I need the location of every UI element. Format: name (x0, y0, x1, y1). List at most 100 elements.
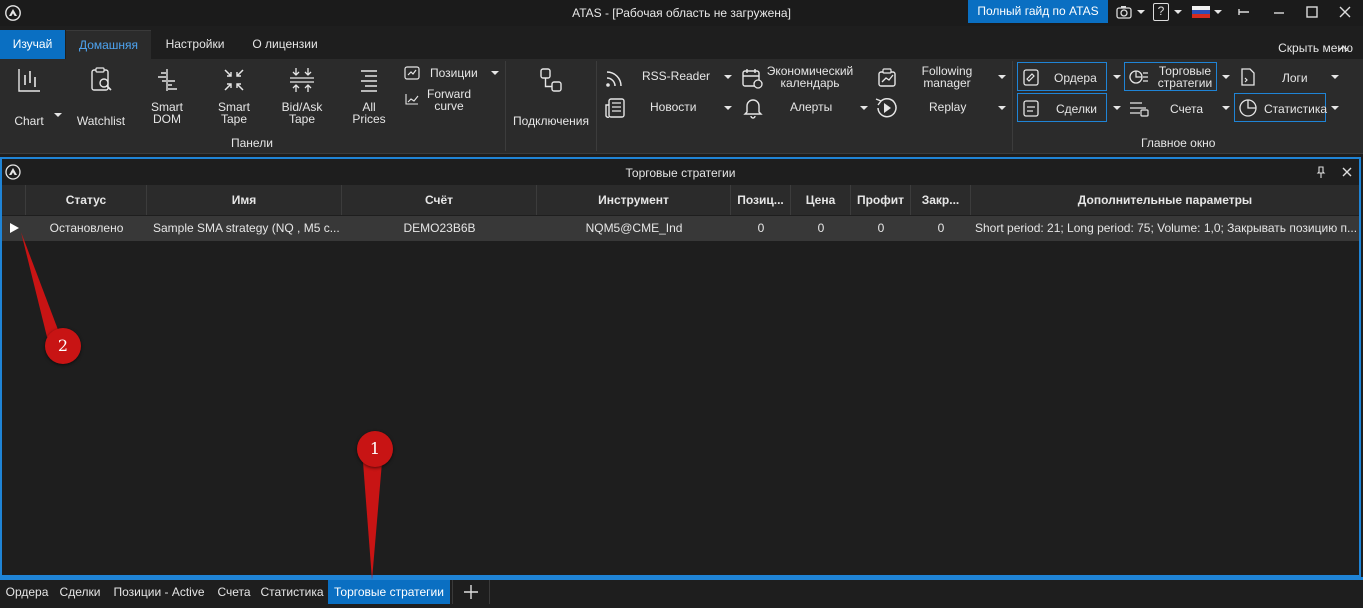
play-icon[interactable] (8, 222, 20, 234)
cell-closed: 0 (937, 221, 945, 235)
forward-curve-button[interactable]: Forward curve (427, 88, 471, 112)
orders-dropdown-icon[interactable] (1113, 75, 1121, 79)
watchlist-icon (91, 67, 112, 91)
statistics-button[interactable]: Статистика (1234, 93, 1327, 122)
full-guide-button[interactable]: Полный гайд по ATAS (968, 0, 1108, 23)
strategies-dropdown-icon[interactable] (1222, 75, 1230, 79)
all-prices-button[interactable]: All Prices (348, 65, 390, 125)
column-header-account[interactable]: Счёт (342, 185, 537, 215)
panel-title-bar: Торговые стратегии (2, 159, 1359, 185)
ribbon-separator (1012, 61, 1013, 151)
column-header-position[interactable]: Позиц... (731, 185, 791, 215)
table-row[interactable]: Остановлено Sample SMA strategy (NQ , M5… (2, 216, 1359, 241)
positions-button[interactable]: Позиции (430, 67, 478, 79)
tab-learn[interactable]: Изучай (0, 30, 65, 59)
replay-dropdown-icon[interactable] (998, 106, 1006, 110)
close-window-icon[interactable] (1337, 4, 1353, 20)
economic-calendar-label-2: календарь (780, 76, 840, 90)
tab-home[interactable]: Домашняя (66, 30, 151, 59)
rss-reader-button[interactable]: RSS-Reader (642, 70, 710, 82)
following-manager-button[interactable]: Following manager (910, 65, 984, 89)
camera-dropdown-icon[interactable] (1137, 10, 1145, 14)
language-dropdown-icon[interactable] (1214, 10, 1222, 14)
help-dropdown-icon[interactable] (1174, 10, 1182, 14)
smart-dom-icon (158, 69, 177, 91)
bell-icon (743, 99, 763, 119)
accounts-dropdown-icon[interactable] (1222, 106, 1230, 110)
column-header-closed[interactable]: Закр... (911, 185, 971, 215)
tab-settings[interactable]: Настройки (155, 30, 235, 59)
deals-dropdown-icon[interactable] (1113, 106, 1121, 110)
camera-icon[interactable] (1115, 3, 1133, 21)
deals-button[interactable]: Сделки (1017, 93, 1107, 122)
title-bar: ATAS - [Рабочая область не загружена] По… (0, 0, 1363, 26)
main-window-group-label: Главное окно (1141, 136, 1216, 150)
column-header-instrument[interactable]: Инструмент (537, 185, 731, 215)
replay-button[interactable]: Replay (929, 101, 966, 113)
cell-instrument: NQM5@CME_Ind (585, 221, 683, 235)
deals-icon (1023, 100, 1039, 117)
news-dropdown-icon[interactable] (724, 106, 732, 110)
maximize-icon[interactable] (1304, 4, 1320, 20)
orders-icon (1023, 69, 1039, 86)
cell-position: 0 (757, 221, 765, 235)
following-manager-dropdown-icon[interactable] (998, 75, 1006, 79)
bottom-tab-orders[interactable]: Ордера (0, 580, 54, 604)
smart-dom-label-2: DOM (153, 112, 181, 126)
logs-label: Логи (1282, 71, 1308, 85)
accounts-button[interactable]: Счета (1124, 93, 1217, 122)
add-tab-button[interactable] (452, 580, 490, 604)
column-header-action[interactable] (2, 185, 26, 215)
column-header-price[interactable]: Цена (791, 185, 851, 215)
minimize-icon[interactable] (1271, 4, 1287, 20)
bottom-tab-statistics[interactable]: Статистика (256, 580, 328, 604)
bottom-tab-accounts[interactable]: Счета (212, 580, 256, 604)
bid-ask-tape-button[interactable]: Bid/Ask Tape (275, 65, 329, 125)
economic-calendar-button[interactable]: Экономический календарь (765, 65, 855, 89)
column-header-status[interactable]: Статус (26, 185, 147, 215)
language-flag-icon[interactable] (1192, 6, 1210, 18)
bottom-tab-deals[interactable]: Сделки (54, 580, 106, 604)
forward-curve-icon (405, 94, 419, 105)
replay-icon (875, 97, 897, 118)
trading-strategies-button[interactable]: Торговые стратегии (1124, 62, 1217, 91)
watchlist-button[interactable]: Watchlist (72, 65, 130, 127)
logs-dropdown-icon[interactable] (1331, 75, 1339, 79)
trading-strategies-panel: Торговые стратегии Статус Имя Счёт Инстр… (0, 157, 1361, 577)
tab-license[interactable]: О лицензии (240, 30, 330, 59)
logs-button[interactable]: Логи (1234, 62, 1326, 91)
column-header-name[interactable]: Имя (147, 185, 342, 215)
rss-dropdown-icon[interactable] (724, 75, 732, 79)
chart-dropdown-icon[interactable] (54, 113, 62, 117)
plus-icon (464, 585, 478, 599)
pin-window-icon[interactable] (1236, 4, 1252, 20)
close-panel-icon[interactable] (1340, 165, 1354, 179)
following-manager-label-2: manager (923, 76, 971, 90)
statistics-dropdown-icon[interactable] (1331, 106, 1339, 110)
column-header-extra-params[interactable]: Дополнительные параметры (971, 185, 1359, 215)
calendar-icon (742, 69, 763, 89)
chart-button[interactable]: Chart (8, 65, 50, 127)
orders-button[interactable]: Ордера (1017, 62, 1107, 91)
help-icon[interactable]: ? (1153, 3, 1169, 21)
accounts-label: Счета (1170, 102, 1204, 116)
smart-tape-button[interactable]: Smart Tape (210, 65, 258, 125)
connections-button[interactable]: Подключения (510, 65, 592, 127)
smart-tape-icon (224, 69, 244, 91)
following-manager-icon (878, 68, 896, 87)
bottom-tab-trading-strategies[interactable]: Торговые стратегии (328, 580, 450, 604)
positions-dropdown-icon[interactable] (491, 71, 499, 75)
bid-ask-tape-icon (290, 68, 314, 92)
deals-label: Сделки (1056, 102, 1097, 116)
bottom-tab-positions-active[interactable]: Позиции - Active (106, 580, 212, 604)
cell-extra-params: Short period: 21; Long period: 75; Volum… (975, 221, 1357, 235)
connections-label: Подключения (513, 114, 589, 128)
alerts-dropdown-icon[interactable] (860, 106, 868, 110)
smart-dom-button[interactable]: Smart DOM (143, 65, 191, 125)
pin-icon[interactable] (1314, 165, 1328, 179)
alerts-button[interactable]: Алерты (790, 101, 832, 113)
collapse-chevron-icon[interactable] (1338, 44, 1348, 52)
news-button[interactable]: Новости (650, 101, 696, 113)
column-header-profit[interactable]: Профит (851, 185, 911, 215)
connections-icon (540, 68, 562, 92)
